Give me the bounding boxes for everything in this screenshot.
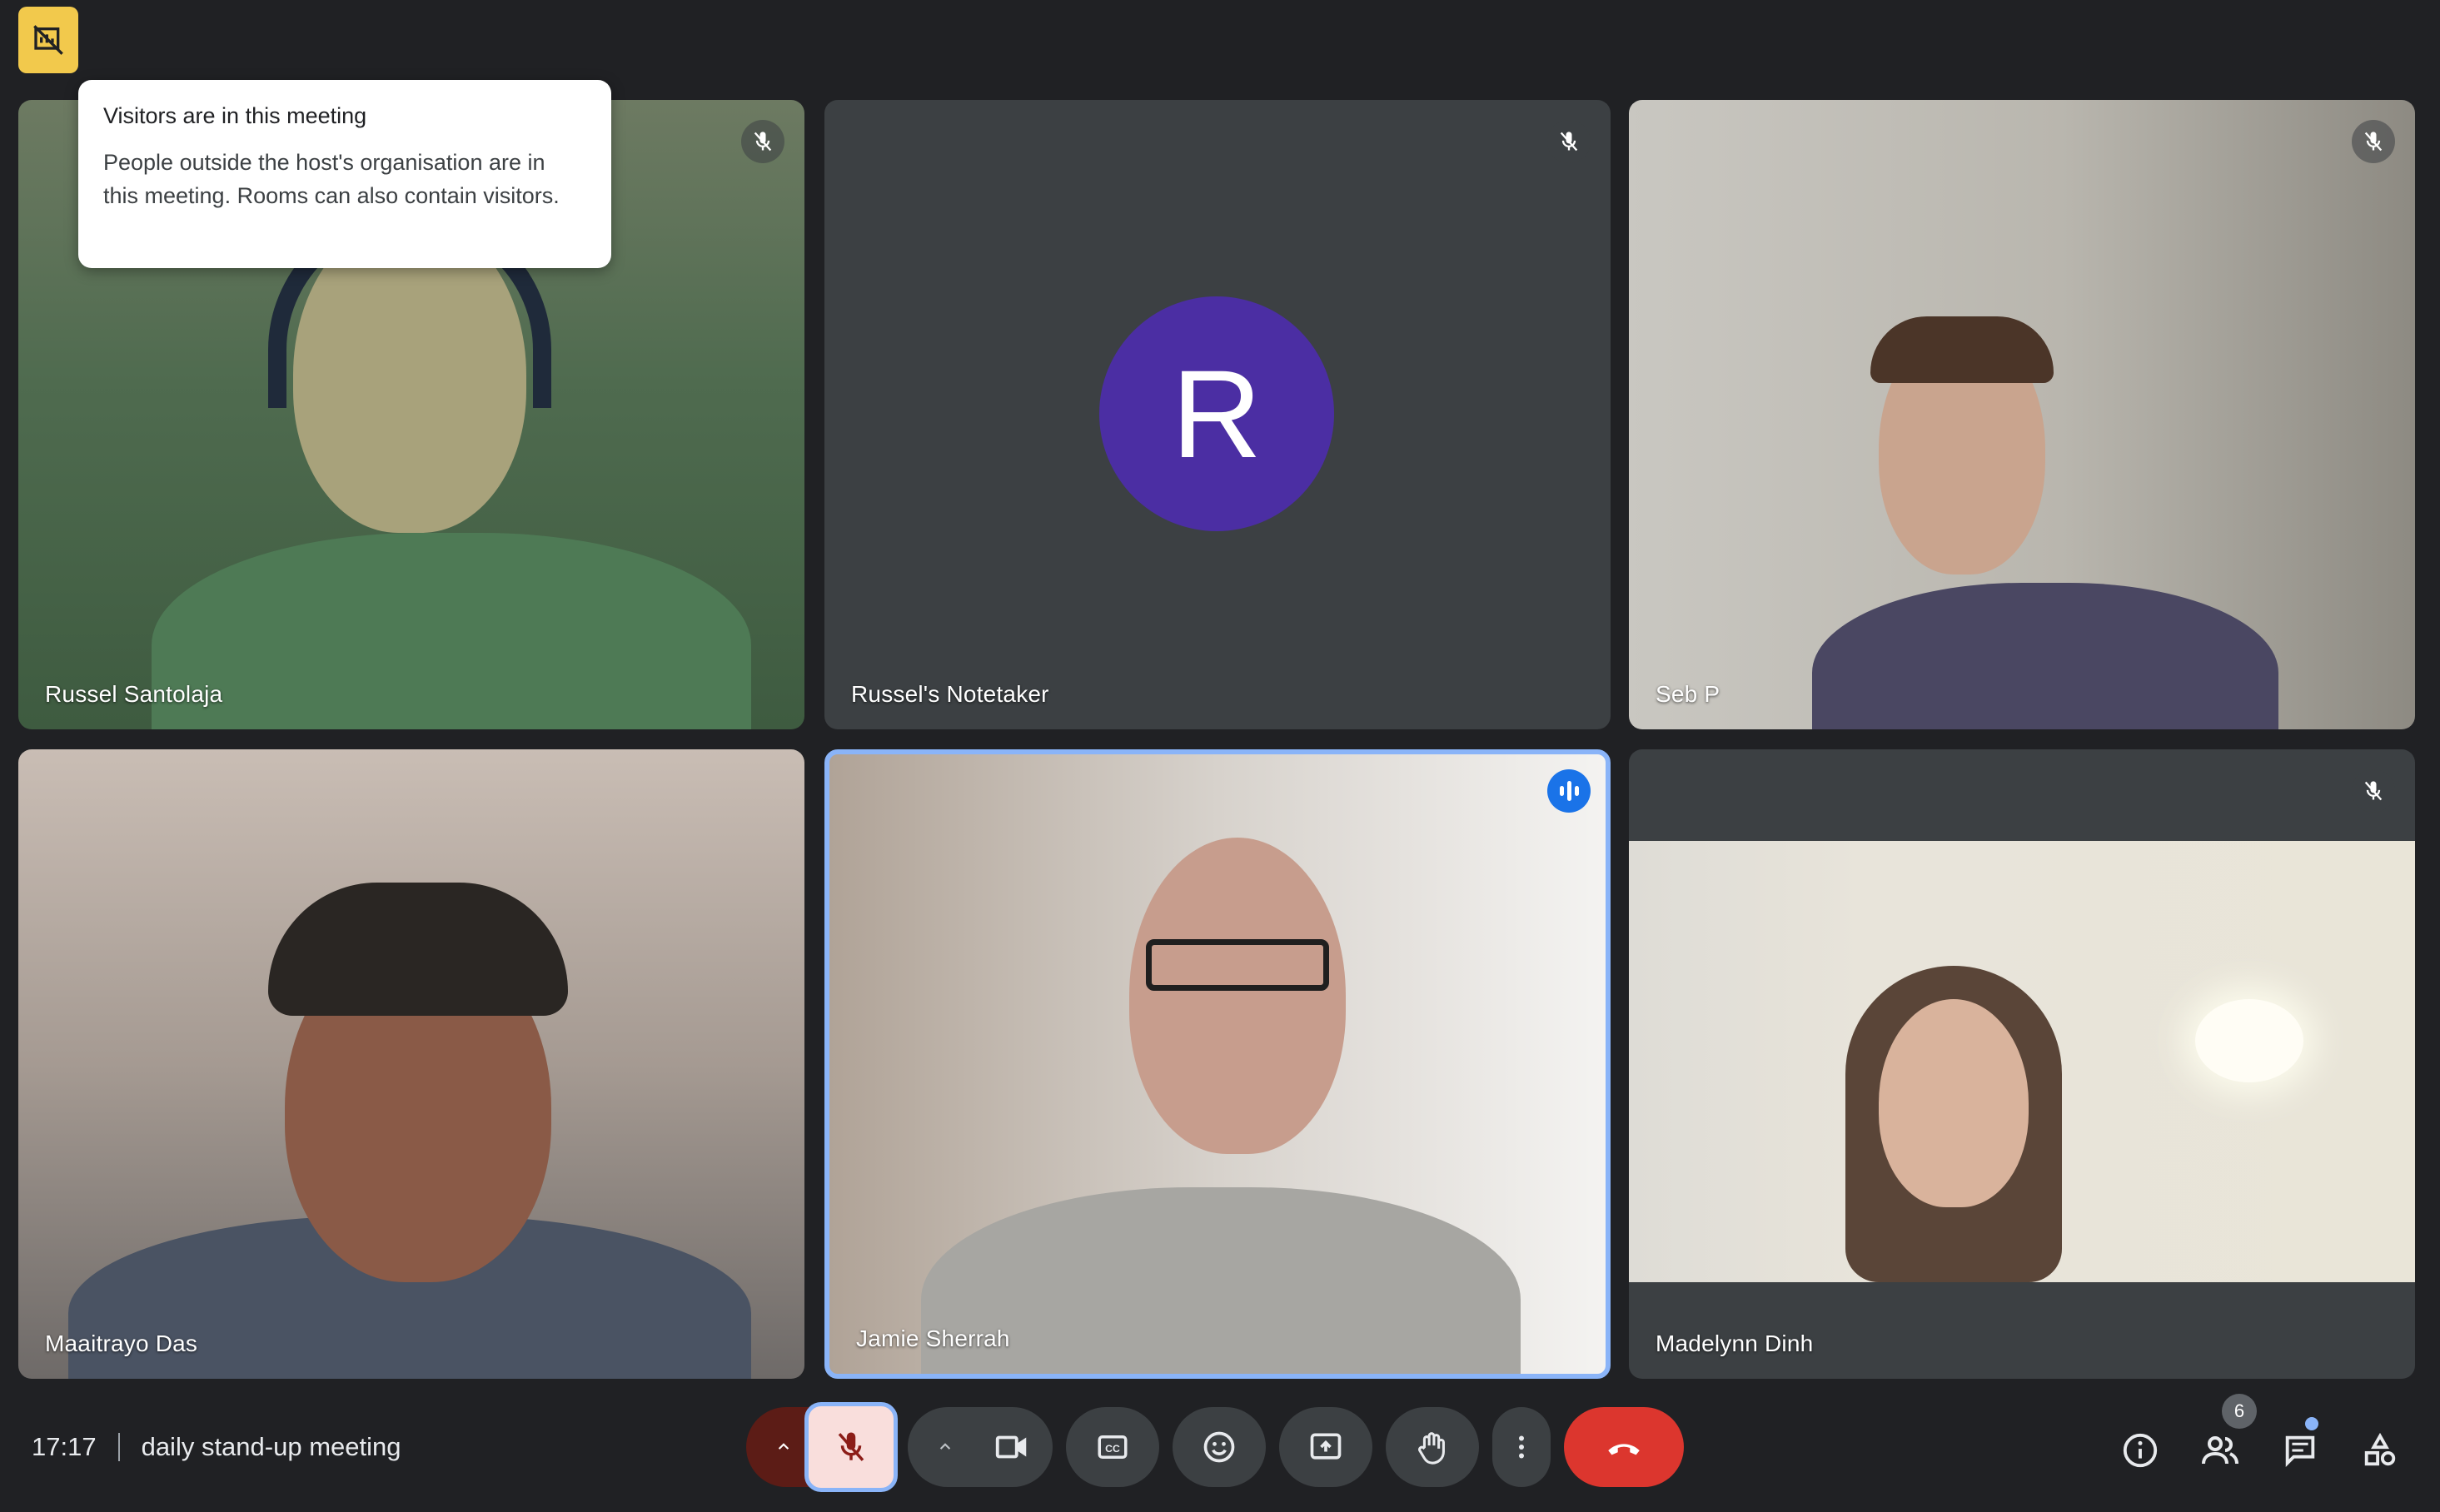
mic-off-icon: [754, 132, 772, 152]
chat-unread-dot: [2305, 1417, 2318, 1430]
captions-icon: CC: [1098, 1435, 1128, 1459]
captions-button[interactable]: CC: [1066, 1407, 1159, 1487]
video-feed: [1812, 583, 2278, 729]
tooltip-title: Visitors are in this meeting: [103, 103, 367, 128]
more-options-button[interactable]: [1492, 1407, 1551, 1487]
divider: [117, 1433, 120, 1461]
participant-tile-active-speaker[interactable]: Jamie Sherrah: [824, 749, 1611, 1379]
activities-icon: [2364, 1432, 2396, 1466]
mic-muted-indicator: [741, 120, 784, 163]
reactions-button[interactable]: [1173, 1407, 1266, 1487]
participant-name: Madelynn Dinh: [1656, 1330, 1814, 1356]
meeting-time: 17:17: [32, 1432, 97, 1461]
participant-tile[interactable]: Seb P: [1629, 100, 2415, 729]
svg-text:CC: CC: [1105, 1443, 1120, 1455]
hair: [268, 883, 568, 1016]
mic-muted-indicator: [1547, 120, 1591, 163]
more-vert-icon: [1519, 1435, 1524, 1459]
people-button[interactable]: [2197, 1427, 2243, 1474]
chat-icon: [2285, 1435, 2315, 1467]
chat-button[interactable]: [2277, 1427, 2323, 1474]
info-icon: [2123, 1433, 2158, 1468]
mic-toggle-button[interactable]: [804, 1402, 898, 1492]
participant-tile[interactable]: R Russel's Notetaker: [824, 100, 1611, 729]
participant-name: Jamie Sherrah: [856, 1325, 1010, 1351]
avatar: R: [1099, 296, 1334, 531]
camera-icon: [995, 1435, 1027, 1459]
hang-up-icon: [1608, 1444, 1640, 1455]
visitors-tooltip: Visitors are in this meeting People outs…: [78, 80, 611, 268]
participant-name: Maaitrayo Das: [45, 1330, 198, 1356]
participant-name: Seb P: [1656, 681, 1720, 707]
video-feed: [1629, 841, 2415, 1282]
visitors-badge[interactable]: [18, 7, 78, 73]
hand-icon: [1418, 1432, 1445, 1465]
participant-tile[interactable]: Maaitrayo Das: [18, 749, 804, 1379]
video-face: [1129, 838, 1346, 1154]
leave-call-button[interactable]: [1564, 1407, 1684, 1487]
raise-hand-button[interactable]: [1386, 1407, 1479, 1487]
meeting-title: daily stand-up meeting: [141, 1432, 401, 1461]
emoji-icon: [1203, 1431, 1235, 1463]
present-icon: [1310, 1433, 1342, 1460]
people-icon: [2202, 1436, 2238, 1465]
meeting-info: 17:17 daily stand-up meeting: [32, 1432, 401, 1462]
chevron-up-icon: [778, 1443, 789, 1450]
tooltip-body: People outside the host's organisation a…: [103, 150, 560, 208]
ceiling-light: [2195, 999, 2303, 1082]
video-face: [1879, 999, 2029, 1207]
participant-name: Russel Santolaja: [45, 681, 223, 707]
mic-muted-indicator: [2352, 769, 2395, 813]
glasses: [1146, 939, 1329, 991]
mic-off-icon: [2364, 781, 2383, 801]
mic-muted-indicator: [2352, 120, 2395, 163]
chevron-up-icon: [939, 1443, 951, 1450]
participant-name: Russel's Notetaker: [851, 681, 1049, 707]
video-feed: [921, 1187, 1521, 1374]
present-screen-button[interactable]: [1279, 1407, 1372, 1487]
mic-off-icon: [838, 1432, 864, 1461]
participant-tile[interactable]: Madelynn Dinh: [1629, 749, 2415, 1379]
control-bar: 17:17 daily stand-up meeting CC 6: [0, 1385, 2440, 1512]
meeting-details-button[interactable]: [2117, 1427, 2164, 1474]
camera-toggle-button[interactable]: [971, 1407, 1053, 1487]
mic-off-icon: [2364, 132, 2383, 152]
mic-off-icon: [1560, 132, 1578, 152]
speaking-indicator: [1547, 769, 1591, 813]
activities-button[interactable]: [2357, 1427, 2403, 1474]
video-feed: [152, 533, 751, 729]
participant-count-badge: 6: [2222, 1394, 2257, 1429]
hair: [1870, 316, 2054, 383]
visitor-icon: [33, 25, 63, 55]
